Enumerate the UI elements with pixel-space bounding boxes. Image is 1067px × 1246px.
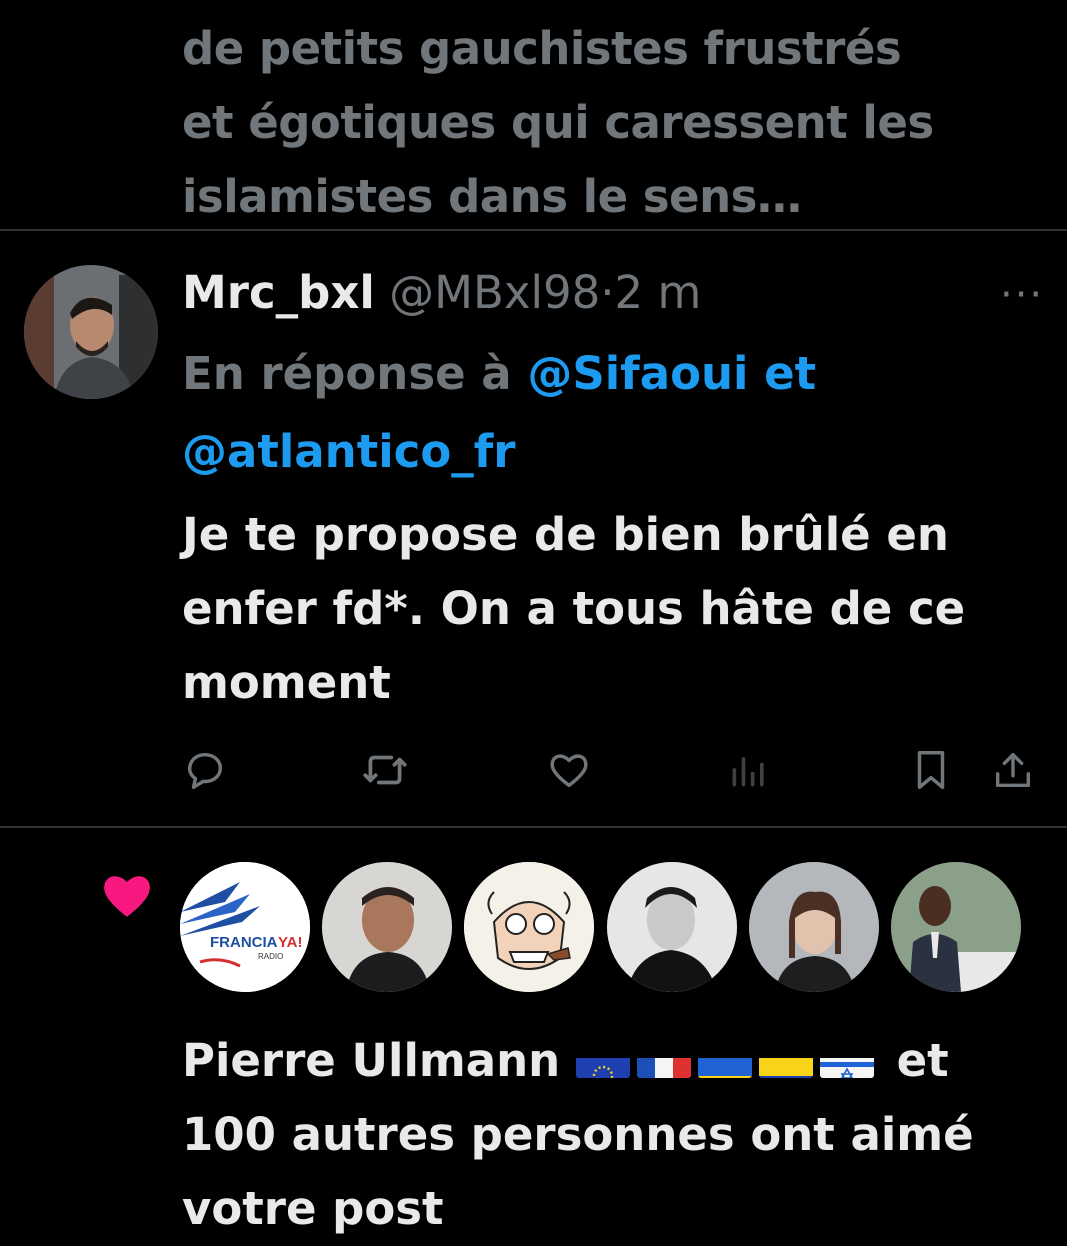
- previous-tweet-line: islamistes dans le sens…: [182, 170, 802, 223]
- notification-line: Pierre Ullmann et: [182, 1024, 1052, 1098]
- share-icon[interactable]: [985, 742, 1041, 798]
- colombia-flag-icon: [758, 1042, 813, 1078]
- brand-text-a: FRANCIA: [210, 934, 278, 951]
- heart-icon: [98, 866, 156, 924]
- display-name[interactable]: Mrc_bxl: [182, 266, 375, 319]
- brand-sub: RADIO: [258, 952, 283, 961]
- notification-line: votre post: [182, 1182, 444, 1235]
- liker-avatar[interactable]: [749, 862, 879, 992]
- notification-text: Pierre Ullmann et 100 autres personnes o…: [182, 1024, 1052, 1246]
- divider: [0, 826, 1067, 828]
- liker-avatar[interactable]: [464, 862, 594, 992]
- liker-name[interactable]: Pierre Ullmann: [182, 1034, 560, 1087]
- divider: [0, 229, 1067, 231]
- previous-tweet-line: de petits gauchistes frustrés: [182, 22, 902, 75]
- tweet-body: Je te propose de bien brûlé en enfer fd*…: [182, 498, 1042, 720]
- views-icon[interactable]: [721, 742, 777, 798]
- tweet-body-line: Je te propose de bien brûlé en: [182, 508, 949, 561]
- reply-prefix: En réponse à: [182, 347, 512, 400]
- liker-avatar[interactable]: [891, 862, 1021, 992]
- notification-conjunction: et: [896, 1034, 949, 1087]
- user-handle[interactable]: @MBxl98: [389, 266, 600, 319]
- notification-line: 100 autres personnes ont aimé: [182, 1108, 974, 1161]
- mention-link[interactable]: @atlantico_fr: [182, 425, 516, 478]
- eu-flag-icon: [575, 1042, 630, 1078]
- tweet-body-line: enfer fd*. On a tous hâte de ce: [182, 582, 966, 635]
- ukraine-flag-icon: [697, 1042, 752, 1078]
- france-flag-icon: [636, 1042, 691, 1078]
- brand-text-b: YA!: [278, 934, 302, 951]
- retweet-icon[interactable]: [357, 742, 413, 798]
- tweet-body-line: moment: [182, 656, 391, 709]
- reply-context: En réponse à @Sifaoui et @atlantico_fr: [182, 335, 1042, 491]
- bookmark-icon[interactable]: [903, 742, 959, 798]
- reply-conjunction: et: [764, 347, 817, 400]
- liker-avatar[interactable]: [607, 862, 737, 992]
- more-options-icon[interactable]: ···: [1000, 272, 1044, 318]
- liker-avatar[interactable]: [322, 862, 452, 992]
- previous-tweet-text: de petits gauchistes frustrés et égotiqu…: [182, 12, 1052, 234]
- separator-dot: ·: [600, 266, 615, 319]
- mention-link[interactable]: @Sifaoui: [527, 347, 748, 400]
- tweet-timestamp[interactable]: 2 m: [615, 266, 702, 319]
- previous-tweet-line: et égotiques qui caressent les: [182, 96, 934, 149]
- like-icon[interactable]: [541, 742, 597, 798]
- avatar[interactable]: [24, 265, 158, 399]
- tweet-header: Mrc_bxl @MBxl98·2 m: [182, 258, 701, 328]
- liker-avatar[interactable]: FRANCIA YA! RADIO: [180, 862, 310, 992]
- reply-icon[interactable]: [177, 742, 233, 798]
- israel-flag-icon: [819, 1042, 874, 1078]
